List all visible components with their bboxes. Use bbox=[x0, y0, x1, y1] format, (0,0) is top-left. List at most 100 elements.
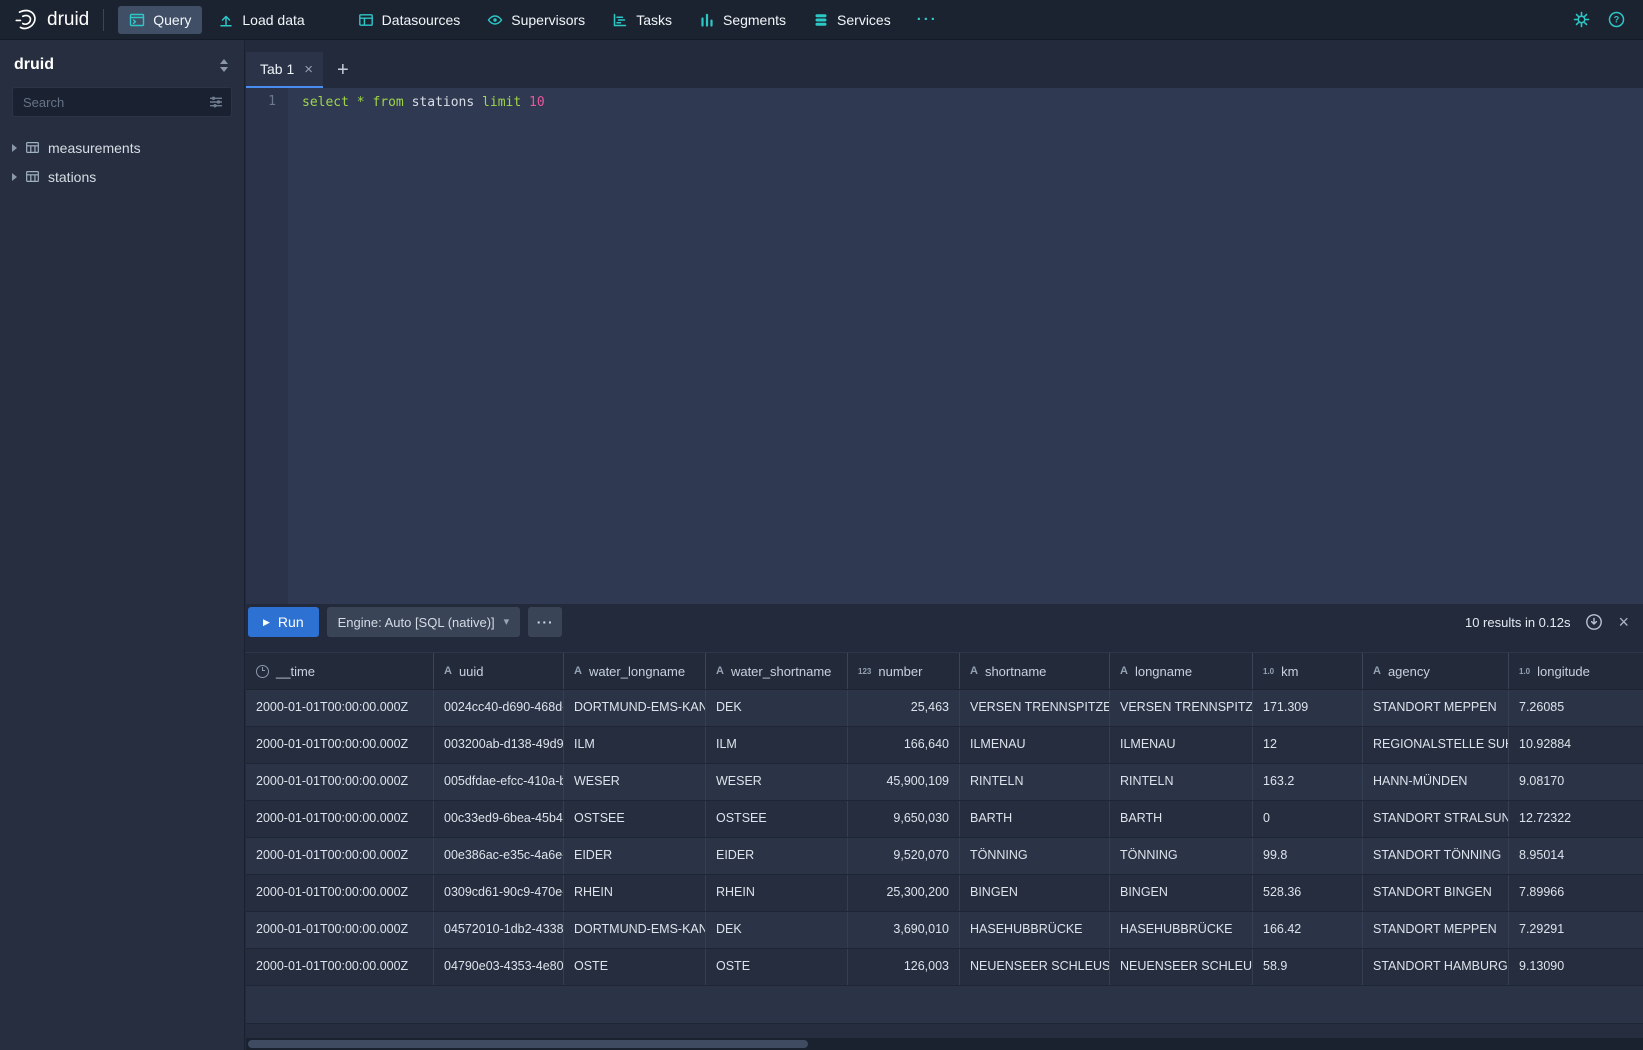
column-header-shortname[interactable]: Ashortname bbox=[960, 653, 1110, 689]
table-cell[interactable]: 163.2 bbox=[1253, 764, 1363, 800]
table-cell[interactable]: 10.92884 bbox=[1509, 727, 1643, 763]
filter-sliders-icon[interactable] bbox=[208, 94, 224, 110]
tab-close-icon[interactable]: × bbox=[304, 62, 313, 77]
table-cell[interactable]: 0024cc40-d690-468d-84 bbox=[434, 690, 564, 726]
table-cell[interactable]: DEK bbox=[706, 690, 848, 726]
query-editor[interactable]: 1 select * from stations limit 10 bbox=[246, 88, 1643, 604]
query-more-button[interactable]: ··· bbox=[528, 607, 562, 637]
table-cell[interactable]: HASEHUBBRÜCKE bbox=[1110, 912, 1253, 948]
download-icon[interactable] bbox=[1585, 613, 1603, 631]
table-cell[interactable]: 9.08170 bbox=[1509, 764, 1643, 800]
table-cell[interactable]: STANDORT MEPPEN bbox=[1363, 912, 1509, 948]
table-cell[interactable]: 04572010-1db2-4338-85 bbox=[434, 912, 564, 948]
table-cell[interactable]: 45,900,109 bbox=[848, 764, 960, 800]
table-cell[interactable]: BARTH bbox=[1110, 801, 1253, 837]
table-cell[interactable]: REGIONALSTELLE SUHL bbox=[1363, 727, 1509, 763]
table-cell[interactable]: 7.89966 bbox=[1509, 875, 1643, 911]
table-cell[interactable]: NEUENSEER SCHLEUSEN bbox=[1110, 949, 1253, 985]
table-cell[interactable]: VERSEN TRENNSPITZE bbox=[960, 690, 1110, 726]
table-cell[interactable]: ILMENAU bbox=[1110, 727, 1253, 763]
table-cell[interactable]: STANDORT HAMBURG bbox=[1363, 949, 1509, 985]
tree-item-stations[interactable]: stations bbox=[0, 162, 244, 191]
table-cell[interactable]: STANDORT MEPPEN bbox=[1363, 690, 1509, 726]
run-button[interactable]: ▶ Run bbox=[248, 607, 319, 637]
column-header-uuid[interactable]: Auuid bbox=[434, 653, 564, 689]
table-cell[interactable]: 2000-01-01T00:00:00.000Z bbox=[246, 801, 434, 837]
table-cell[interactable]: 9.13090 bbox=[1509, 949, 1643, 985]
column-header-longitude[interactable]: 1.0longitude bbox=[1509, 653, 1643, 689]
table-cell[interactable]: 171.309 bbox=[1253, 690, 1363, 726]
table-cell[interactable]: HANN-MÜNDEN bbox=[1363, 764, 1509, 800]
table-cell[interactable]: EIDER bbox=[564, 838, 706, 874]
table-cell[interactable]: BARTH bbox=[960, 801, 1110, 837]
table-cell[interactable]: DORTMUND-EMS-KANA bbox=[564, 690, 706, 726]
table-cell[interactable]: DEK bbox=[706, 912, 848, 948]
table-cell[interactable]: NEUENSEER SCHLEUSEN bbox=[960, 949, 1110, 985]
table-cell[interactable]: 12 bbox=[1253, 727, 1363, 763]
nav-item-query[interactable]: Query bbox=[118, 6, 202, 34]
table-cell[interactable]: 2000-01-01T00:00:00.000Z bbox=[246, 875, 434, 911]
search-input[interactable] bbox=[12, 87, 232, 117]
druid-logo[interactable]: druid bbox=[14, 8, 89, 32]
table-cell[interactable]: TÖNNING bbox=[1110, 838, 1253, 874]
sort-icon[interactable] bbox=[218, 57, 230, 74]
help-icon[interactable]: ? bbox=[1608, 11, 1625, 28]
tree-item-measurements[interactable]: measurements bbox=[0, 133, 244, 162]
table-cell[interactable]: WESER bbox=[564, 764, 706, 800]
nav-item-supervisors[interactable]: Supervisors bbox=[476, 6, 596, 34]
settings-gear-icon[interactable] bbox=[1573, 11, 1590, 28]
table-cell[interactable]: 9,520,070 bbox=[848, 838, 960, 874]
table-cell[interactable]: OSTSEE bbox=[706, 801, 848, 837]
scrollbar-thumb[interactable] bbox=[248, 1040, 808, 1048]
table-cell[interactable]: STANDORT TÖNNING bbox=[1363, 838, 1509, 874]
column-header-water_shortname[interactable]: Awater_shortname bbox=[706, 653, 848, 689]
table-cell[interactable]: 2000-01-01T00:00:00.000Z bbox=[246, 838, 434, 874]
table-cell[interactable]: 2000-01-01T00:00:00.000Z bbox=[246, 764, 434, 800]
table-cell[interactable]: ILM bbox=[564, 727, 706, 763]
nav-item-datasources[interactable]: Datasources bbox=[347, 6, 472, 34]
table-cell[interactable]: 99.8 bbox=[1253, 838, 1363, 874]
table-cell[interactable]: 25,463 bbox=[848, 690, 960, 726]
table-cell[interactable]: 3,690,010 bbox=[848, 912, 960, 948]
column-header-number[interactable]: 123number bbox=[848, 653, 960, 689]
table-cell[interactable]: TÖNNING bbox=[960, 838, 1110, 874]
table-cell[interactable]: OSTE bbox=[564, 949, 706, 985]
table-cell[interactable]: OSTSEE bbox=[564, 801, 706, 837]
table-cell[interactable]: OSTE bbox=[706, 949, 848, 985]
table-cell[interactable]: 2000-01-01T00:00:00.000Z bbox=[246, 727, 434, 763]
column-header-agency[interactable]: Aagency bbox=[1363, 653, 1509, 689]
column-header-km[interactable]: 1.0km bbox=[1253, 653, 1363, 689]
chevron-right-icon[interactable] bbox=[12, 144, 17, 152]
table-cell[interactable]: BINGEN bbox=[1110, 875, 1253, 911]
table-cell[interactable]: VERSEN TRENNSPITZE bbox=[1110, 690, 1253, 726]
table-cell[interactable]: 58.9 bbox=[1253, 949, 1363, 985]
table-cell[interactable]: 003200ab-d138-49d9-aa bbox=[434, 727, 564, 763]
table-cell[interactable]: STANDORT BINGEN bbox=[1363, 875, 1509, 911]
nav-item-load-data[interactable]: Load data bbox=[207, 6, 315, 34]
nav-item-services[interactable]: Services bbox=[802, 6, 902, 34]
close-results-icon[interactable]: × bbox=[1618, 613, 1629, 631]
engine-select-button[interactable]: Engine: Auto [SQL (native)] ▾ bbox=[327, 607, 521, 637]
table-cell[interactable]: DORTMUND-EMS-KANA bbox=[564, 912, 706, 948]
table-cell[interactable]: 12.72322 bbox=[1509, 801, 1643, 837]
table-cell[interactable]: ILM bbox=[706, 727, 848, 763]
table-cell[interactable]: STANDORT STRALSUND bbox=[1363, 801, 1509, 837]
table-cell[interactable]: 0 bbox=[1253, 801, 1363, 837]
table-cell[interactable]: 2000-01-01T00:00:00.000Z bbox=[246, 690, 434, 726]
table-cell[interactable]: BINGEN bbox=[960, 875, 1110, 911]
table-cell[interactable]: 2000-01-01T00:00:00.000Z bbox=[246, 912, 434, 948]
table-cell[interactable]: ILMENAU bbox=[960, 727, 1110, 763]
table-cell[interactable]: 166.42 bbox=[1253, 912, 1363, 948]
chevron-right-icon[interactable] bbox=[12, 173, 17, 181]
nav-item-tasks[interactable]: Tasks bbox=[601, 6, 683, 34]
table-cell[interactable]: RINTELN bbox=[1110, 764, 1253, 800]
table-cell[interactable]: HASEHUBBRÜCKE bbox=[960, 912, 1110, 948]
table-cell[interactable]: RHEIN bbox=[706, 875, 848, 911]
table-cell[interactable]: EIDER bbox=[706, 838, 848, 874]
column-header-longname[interactable]: Alongname bbox=[1110, 653, 1253, 689]
table-cell[interactable]: 7.26085 bbox=[1509, 690, 1643, 726]
table-cell[interactable]: 04790e03-4353-4e80-be bbox=[434, 949, 564, 985]
table-cell[interactable]: WESER bbox=[706, 764, 848, 800]
table-cell[interactable]: 528.36 bbox=[1253, 875, 1363, 911]
code-area[interactable]: select * from stations limit 10 bbox=[288, 88, 1643, 604]
